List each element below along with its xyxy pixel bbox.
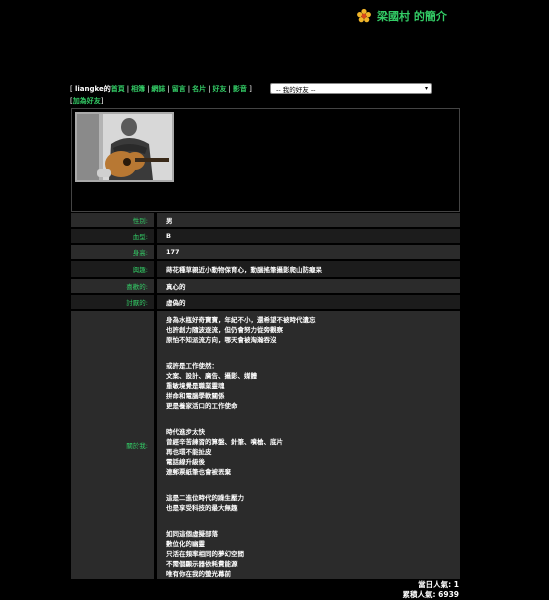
total-count: 累積人氣: 6939 xyxy=(402,590,459,599)
hobbies-value: 蒔花種草親近小動物保育心，動腦搖筆攝影爬山防癡呆 xyxy=(157,261,460,277)
friend-select-value: -- 我的好友 -- xyxy=(276,85,316,94)
about-line: 數位化的幽靈 xyxy=(166,540,205,548)
page-title: 梁國村 的簡介 xyxy=(356,6,526,26)
profile-photo[interactable] xyxy=(75,112,174,182)
about-line: 或許是工作使然： xyxy=(166,362,218,370)
about-line: 如同這個虛擬部落 xyxy=(166,530,218,538)
likes-label: 喜歡的: xyxy=(71,279,155,293)
row-blood-type: 血型: B xyxy=(71,229,460,243)
nav-card-link[interactable]: 名片 xyxy=(192,84,206,94)
today-count: 當日人氣: 1 xyxy=(418,580,459,589)
height-label: 身高: xyxy=(71,245,155,259)
about-line: 更是養家活口的工作使命 xyxy=(166,402,238,410)
about-line: 曾經辛苦練習的算盤、針筆、噴槍、底片 xyxy=(166,438,283,446)
nav-friends-link[interactable]: 好友 xyxy=(213,84,227,94)
add-friend: [加為好友] xyxy=(70,97,104,105)
nav-blog-link[interactable]: 網誌 xyxy=(151,84,165,94)
about-label: 關於我: xyxy=(71,311,155,579)
row-height: 身高: 177 xyxy=(71,245,460,259)
nav-user: liangke的 xyxy=(74,84,111,93)
chevron-down-icon: ▾ xyxy=(424,85,428,92)
profile-nav: [ liangke的 首頁 | 相簿 | 網誌 | 留言 | 名片 | 好友 |… xyxy=(70,84,252,94)
dislikes-value: 虛偽的 xyxy=(157,295,460,309)
nav-home-link[interactable]: 首頁 xyxy=(111,84,125,94)
about-line: 原怕不知派流方向，哪天會被淘瀚吞沒 xyxy=(166,336,277,344)
row-about: 關於我: 身為水瓶好奇寶寶，年紀不小，還希望不被時代遺忘 也許創力隨波逐流，但仍會… xyxy=(71,311,460,579)
blood-type-label: 血型: xyxy=(71,229,155,243)
about-line: 唯有你在我的螢光幕前 xyxy=(166,570,231,578)
about-line: 文案、設計、廣告、攝影、媒體 xyxy=(166,372,257,380)
nav-album-link[interactable]: 相簿 xyxy=(131,84,145,94)
about-line: 拼命和電腦學軟關係 xyxy=(166,392,225,400)
likes-value: 真心的 xyxy=(157,279,460,293)
nav-video-link[interactable]: 影音 xyxy=(233,84,247,94)
gender-value: 男 xyxy=(157,213,460,227)
about-line: 時代進步太快 xyxy=(166,428,205,436)
friend-select[interactable]: -- 我的好友 -- ▾ xyxy=(270,83,432,94)
about-line: 也許創力隨波逐流，但仍會努力從旁觀察 xyxy=(166,326,283,334)
visitor-counts: 當日人氣: 1 累積人氣: 6939 xyxy=(403,580,459,600)
page-title-text: 梁國村 的簡介 xyxy=(377,10,447,23)
row-gender: 性別: 男 xyxy=(71,213,460,227)
add-friend-link[interactable]: 加為好友 xyxy=(73,97,101,105)
about-line: 再也環不能扯皮 xyxy=(166,448,212,456)
row-likes: 喜歡的: 真心的 xyxy=(71,279,460,293)
about-line: 只活在頻率相同的夢幻空間 xyxy=(166,550,244,558)
about-line: 也是享受科技的最大無趣 xyxy=(166,504,238,512)
about-line: 連郵票紙筆也會被丟棄 xyxy=(166,468,231,476)
height-value: 177 xyxy=(157,245,460,259)
gender-label: 性別: xyxy=(71,213,155,227)
row-dislikes: 討厭的: 虛偽的 xyxy=(71,295,460,309)
row-hobbies: 興趣: 蒔花種草親近小動物保育心，動腦搖筆攝影爬山防癡呆 xyxy=(71,261,460,277)
blood-type-value: B xyxy=(157,229,460,243)
about-line: 電話線升級後 xyxy=(166,458,205,466)
dislikes-label: 討厭的: xyxy=(71,295,155,309)
about-line: 身為水瓶好奇寶寶，年紀不小，還希望不被時代遺忘 xyxy=(166,316,316,324)
about-line: 重敏境覺是職業靈魂 xyxy=(166,382,225,390)
flower-icon xyxy=(357,8,371,23)
profile-photo-box xyxy=(71,108,460,212)
profile-photo-image xyxy=(77,114,172,180)
about-text: 身為水瓶好奇寶寶，年紀不小，還希望不被時代遺忘 也許創力隨波逐流，但仍會努力從旁觀… xyxy=(157,311,460,579)
about-line: 這是二進位時代的躁生壓力 xyxy=(166,494,244,502)
hobbies-label: 興趣: xyxy=(71,261,155,277)
nav-guestbook-link[interactable]: 留言 xyxy=(172,84,186,94)
about-line: 不需個顯示器依耗費能源 xyxy=(166,560,238,568)
